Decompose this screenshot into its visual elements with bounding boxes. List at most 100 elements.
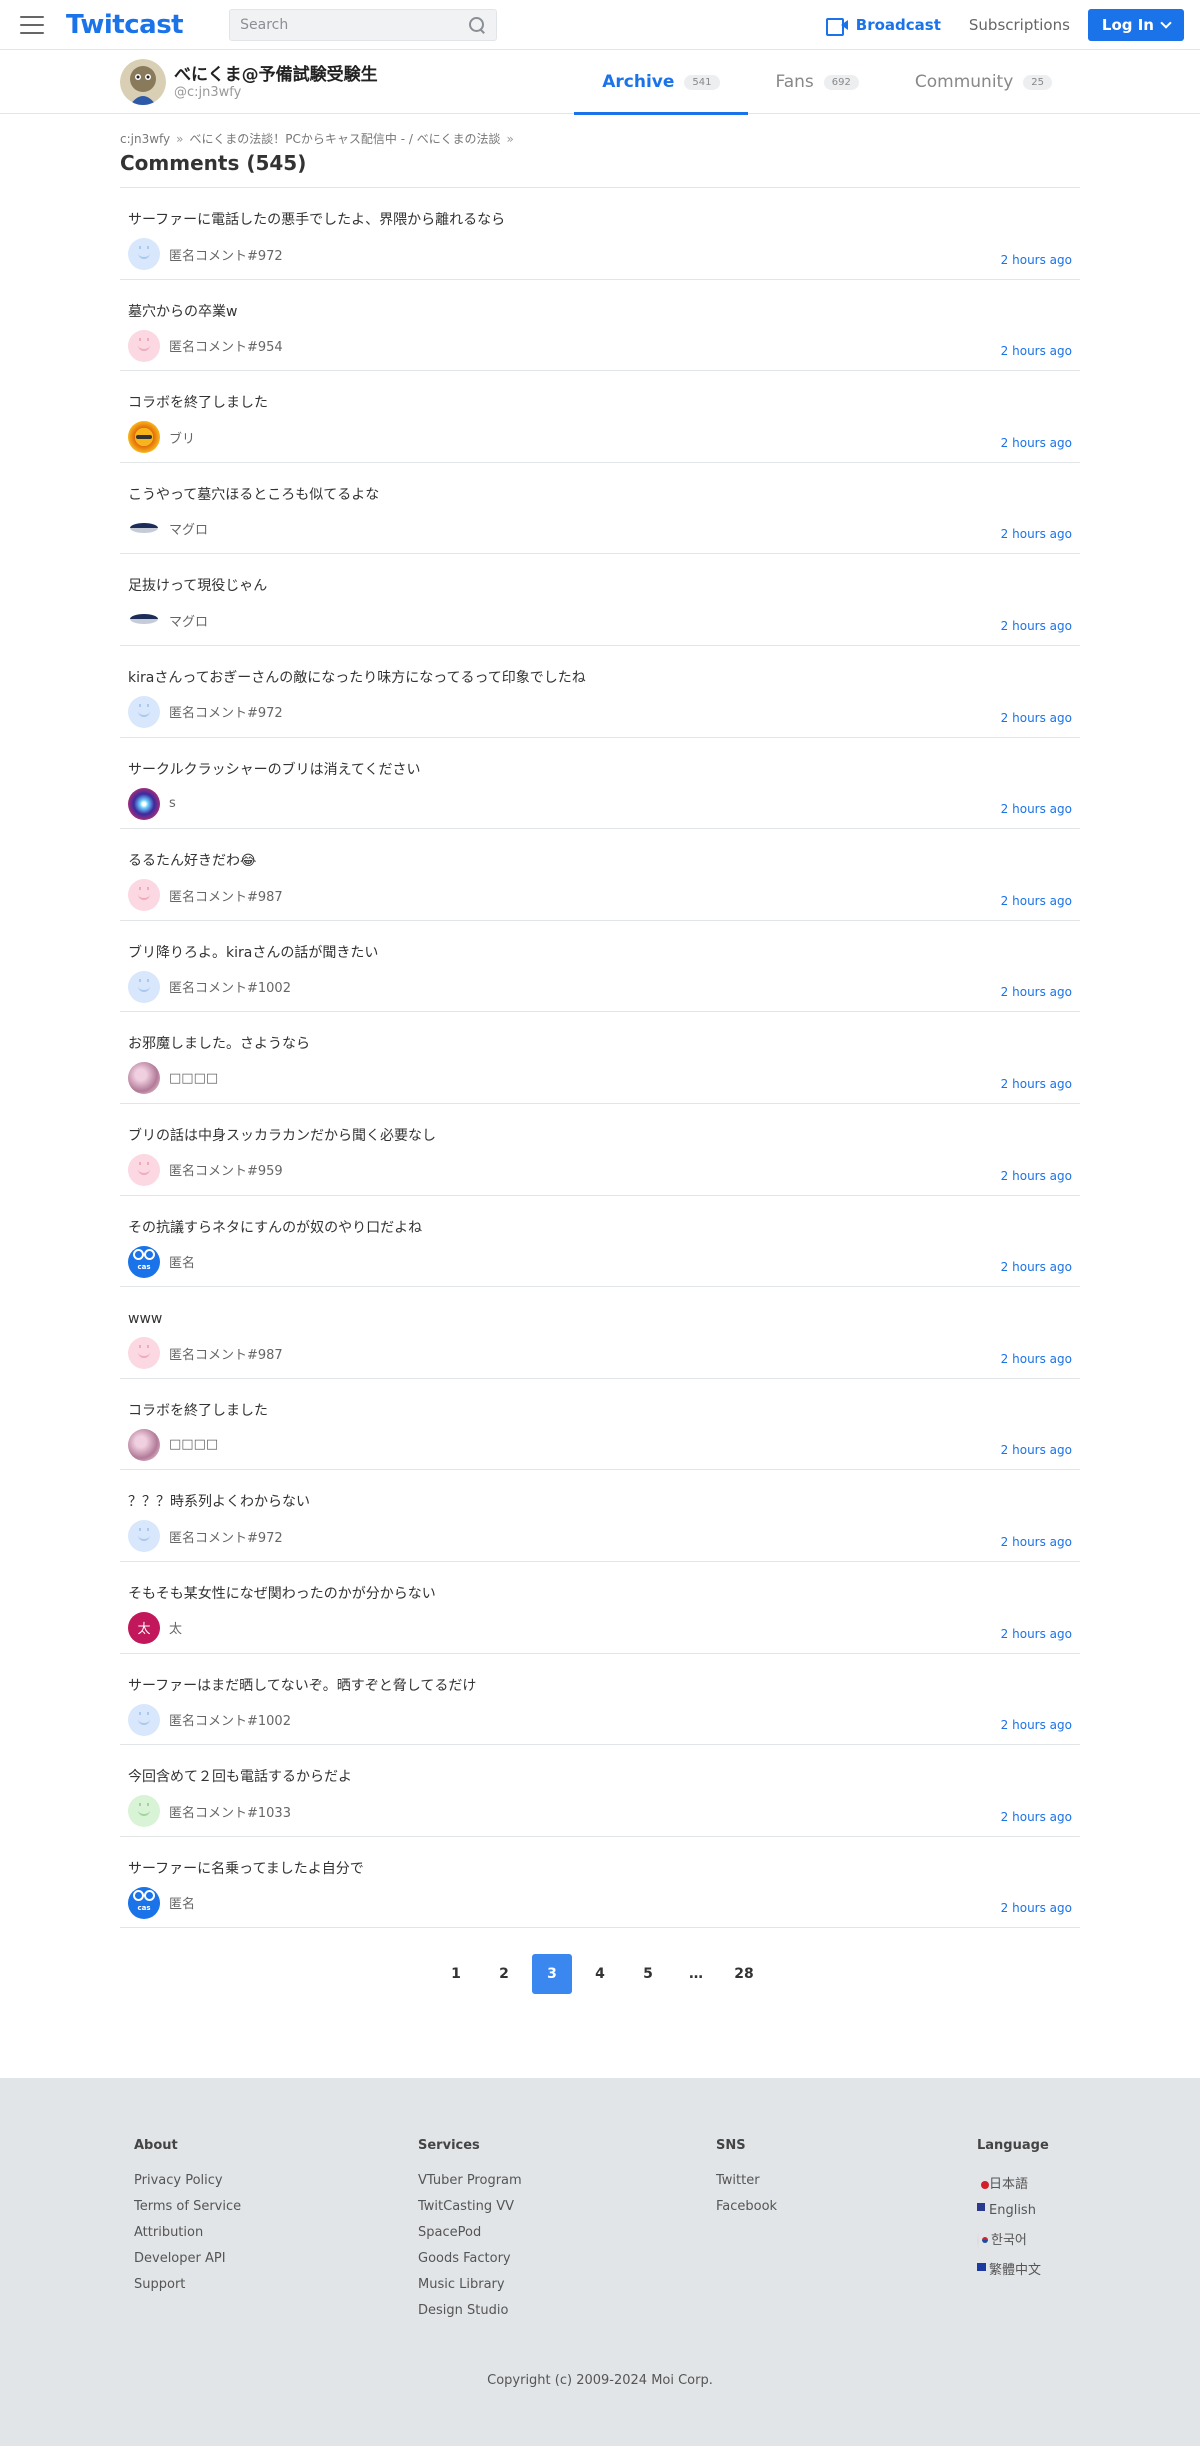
- search-input[interactable]: [240, 16, 469, 33]
- commenter-avatar[interactable]: [128, 1795, 160, 1828]
- commenter-name[interactable]: 匿名コメント#972: [169, 702, 283, 721]
- comment-timestamp[interactable]: 2 hours ago: [1001, 1535, 1072, 1549]
- comment-user[interactable]: cas 匿名: [128, 1886, 1072, 1919]
- comment-timestamp[interactable]: 2 hours ago: [1001, 436, 1072, 450]
- commenter-avatar[interactable]: cas: [128, 1886, 160, 1919]
- comment-user[interactable]: 匿名コメント#987: [128, 879, 1072, 912]
- breadcrumb-user[interactable]: c:jn3wfy: [120, 132, 170, 146]
- pagination-page[interactable]: 1: [436, 1954, 476, 1994]
- commenter-name[interactable]: 匿名コメント#1002: [169, 977, 291, 996]
- commenter-avatar[interactable]: [128, 329, 160, 362]
- comment-user[interactable]: マグロ: [128, 512, 1072, 545]
- commenter-avatar[interactable]: [128, 1062, 160, 1095]
- breadcrumb-movie[interactable]: べにくまの法談！PCからキャス配信中 - / べにくまの法談: [190, 130, 501, 147]
- footer-link-twitter[interactable]: Twitter: [716, 2173, 977, 2188]
- commenter-avatar[interactable]: [128, 1153, 160, 1186]
- comment-user[interactable]: 匿名コメント#1002: [128, 1703, 1072, 1736]
- commenter-name[interactable]: s: [169, 796, 176, 811]
- commenter-avatar[interactable]: [128, 1337, 160, 1370]
- comment-user[interactable]: 匿名コメント#1002: [128, 970, 1072, 1003]
- footer-link-vv[interactable]: TwitCasting VV: [418, 2199, 716, 2214]
- language-english[interactable]: English: [977, 2203, 1049, 2218]
- commenter-avatar[interactable]: [128, 787, 160, 820]
- comment-timestamp[interactable]: 2 hours ago: [1001, 619, 1072, 633]
- commenter-name[interactable]: □□□□: [169, 1437, 218, 1452]
- comment-user[interactable]: s: [128, 787, 1072, 820]
- commenter-avatar[interactable]: [128, 1703, 160, 1736]
- commenter-avatar[interactable]: [128, 1520, 160, 1553]
- search-icon[interactable]: [468, 16, 486, 34]
- comment-timestamp[interactable]: 2 hours ago: [1001, 1901, 1072, 1915]
- commenter-name[interactable]: 匿名: [169, 1893, 195, 1912]
- comment-user[interactable]: 匿名コメント#987: [128, 1337, 1072, 1370]
- comment-timestamp[interactable]: 2 hours ago: [1001, 1260, 1072, 1274]
- commenter-avatar[interactable]: [128, 1428, 160, 1461]
- language-traditional-chinese[interactable]: 繁體中文: [977, 2259, 1049, 2278]
- footer-link-design[interactable]: Design Studio: [418, 2303, 716, 2318]
- tab-fans[interactable]: Fans 692: [748, 50, 887, 114]
- footer-link-music[interactable]: Music Library: [418, 2277, 716, 2292]
- comment-user[interactable]: 匿名コメント#972: [128, 695, 1072, 728]
- comment-timestamp[interactable]: 2 hours ago: [1001, 1077, 1072, 1091]
- comment-timestamp[interactable]: 2 hours ago: [1001, 985, 1072, 999]
- footer-link-support[interactable]: Support: [134, 2277, 418, 2292]
- commenter-name[interactable]: 匿名コメント#972: [169, 1527, 283, 1546]
- commenter-name[interactable]: 匿名コメント#1033: [169, 1802, 291, 1821]
- pagination-page[interactable]: 4: [580, 1954, 620, 1994]
- comment-timestamp[interactable]: 2 hours ago: [1001, 344, 1072, 358]
- footer-link-privacy[interactable]: Privacy Policy: [134, 2173, 418, 2188]
- commenter-avatar[interactable]: [128, 421, 160, 454]
- footer-link-attribution[interactable]: Attribution: [134, 2225, 418, 2240]
- footer-link-goods[interactable]: Goods Factory: [418, 2251, 716, 2266]
- footer-link-vtuber[interactable]: VTuber Program: [418, 2173, 716, 2188]
- broadcast-link[interactable]: Broadcast: [825, 16, 941, 36]
- commenter-name[interactable]: マグロ: [169, 519, 208, 538]
- comment-user[interactable]: ブリ: [128, 421, 1072, 454]
- comment-user[interactable]: 匿名コメント#972: [128, 1520, 1072, 1553]
- comment-user[interactable]: □□□□: [128, 1428, 1072, 1461]
- commenter-avatar[interactable]: [128, 512, 160, 545]
- comment-timestamp[interactable]: 2 hours ago: [1001, 711, 1072, 725]
- commenter-name[interactable]: 匿名コメント#987: [169, 886, 283, 905]
- commenter-name[interactable]: 匿名コメント#959: [169, 1160, 283, 1179]
- commenter-name[interactable]: マグロ: [169, 611, 208, 630]
- tab-community[interactable]: Community 25: [887, 50, 1080, 114]
- tab-archive[interactable]: Archive 541: [574, 50, 748, 115]
- commenter-avatar[interactable]: [128, 695, 160, 728]
- pagination-page[interactable]: 28: [724, 1954, 764, 1994]
- commenter-name[interactable]: 匿名コメント#1002: [169, 1710, 291, 1729]
- commenter-avatar[interactable]: 太: [128, 1611, 160, 1644]
- comment-timestamp[interactable]: 2 hours ago: [1001, 1443, 1072, 1457]
- pagination-page[interactable]: 5: [628, 1954, 668, 1994]
- footer-link-developer-api[interactable]: Developer API: [134, 2251, 418, 2266]
- comment-user[interactable]: 匿名コメント#1033: [128, 1795, 1072, 1828]
- login-button[interactable]: Log In: [1087, 8, 1184, 41]
- footer-link-spacepod[interactable]: SpacePod: [418, 2225, 716, 2240]
- comment-timestamp[interactable]: 2 hours ago: [1001, 1169, 1072, 1183]
- commenter-name[interactable]: 匿名コメント#987: [169, 1344, 283, 1363]
- pagination-page[interactable]: 2: [484, 1954, 524, 1994]
- comment-timestamp[interactable]: 2 hours ago: [1001, 1810, 1072, 1824]
- commenter-name[interactable]: □□□□: [169, 1071, 218, 1086]
- language-korean[interactable]: 한국어: [977, 2229, 1049, 2250]
- subscriptions-link[interactable]: Subscriptions: [969, 16, 1070, 34]
- comment-user[interactable]: cas 匿名: [128, 1245, 1072, 1278]
- hamburger-menu-icon[interactable]: [20, 15, 44, 34]
- comment-user[interactable]: マグロ: [128, 604, 1072, 637]
- commenter-name[interactable]: 匿名コメント#972: [169, 245, 283, 264]
- comment-user[interactable]: 匿名コメント#959: [128, 1153, 1072, 1186]
- comment-timestamp[interactable]: 2 hours ago: [1001, 802, 1072, 816]
- comment-timestamp[interactable]: 2 hours ago: [1001, 1352, 1072, 1366]
- comment-timestamp[interactable]: 2 hours ago: [1001, 1627, 1072, 1641]
- comment-timestamp[interactable]: 2 hours ago: [1001, 1718, 1072, 1732]
- commenter-avatar[interactable]: [128, 879, 160, 912]
- commenter-avatar[interactable]: cas: [128, 1245, 160, 1278]
- user-name[interactable]: べにくま@予備試験受験生: [174, 65, 378, 85]
- pagination-page[interactable]: 3: [532, 1954, 572, 1995]
- language-japanese[interactable]: 日本語: [977, 2173, 1049, 2192]
- user-avatar[interactable]: [120, 59, 166, 105]
- commenter-name[interactable]: 太: [169, 1618, 182, 1637]
- commenter-avatar[interactable]: [128, 238, 160, 270]
- footer-link-terms[interactable]: Terms of Service: [134, 2199, 418, 2214]
- comment-user[interactable]: 太太: [128, 1611, 1072, 1644]
